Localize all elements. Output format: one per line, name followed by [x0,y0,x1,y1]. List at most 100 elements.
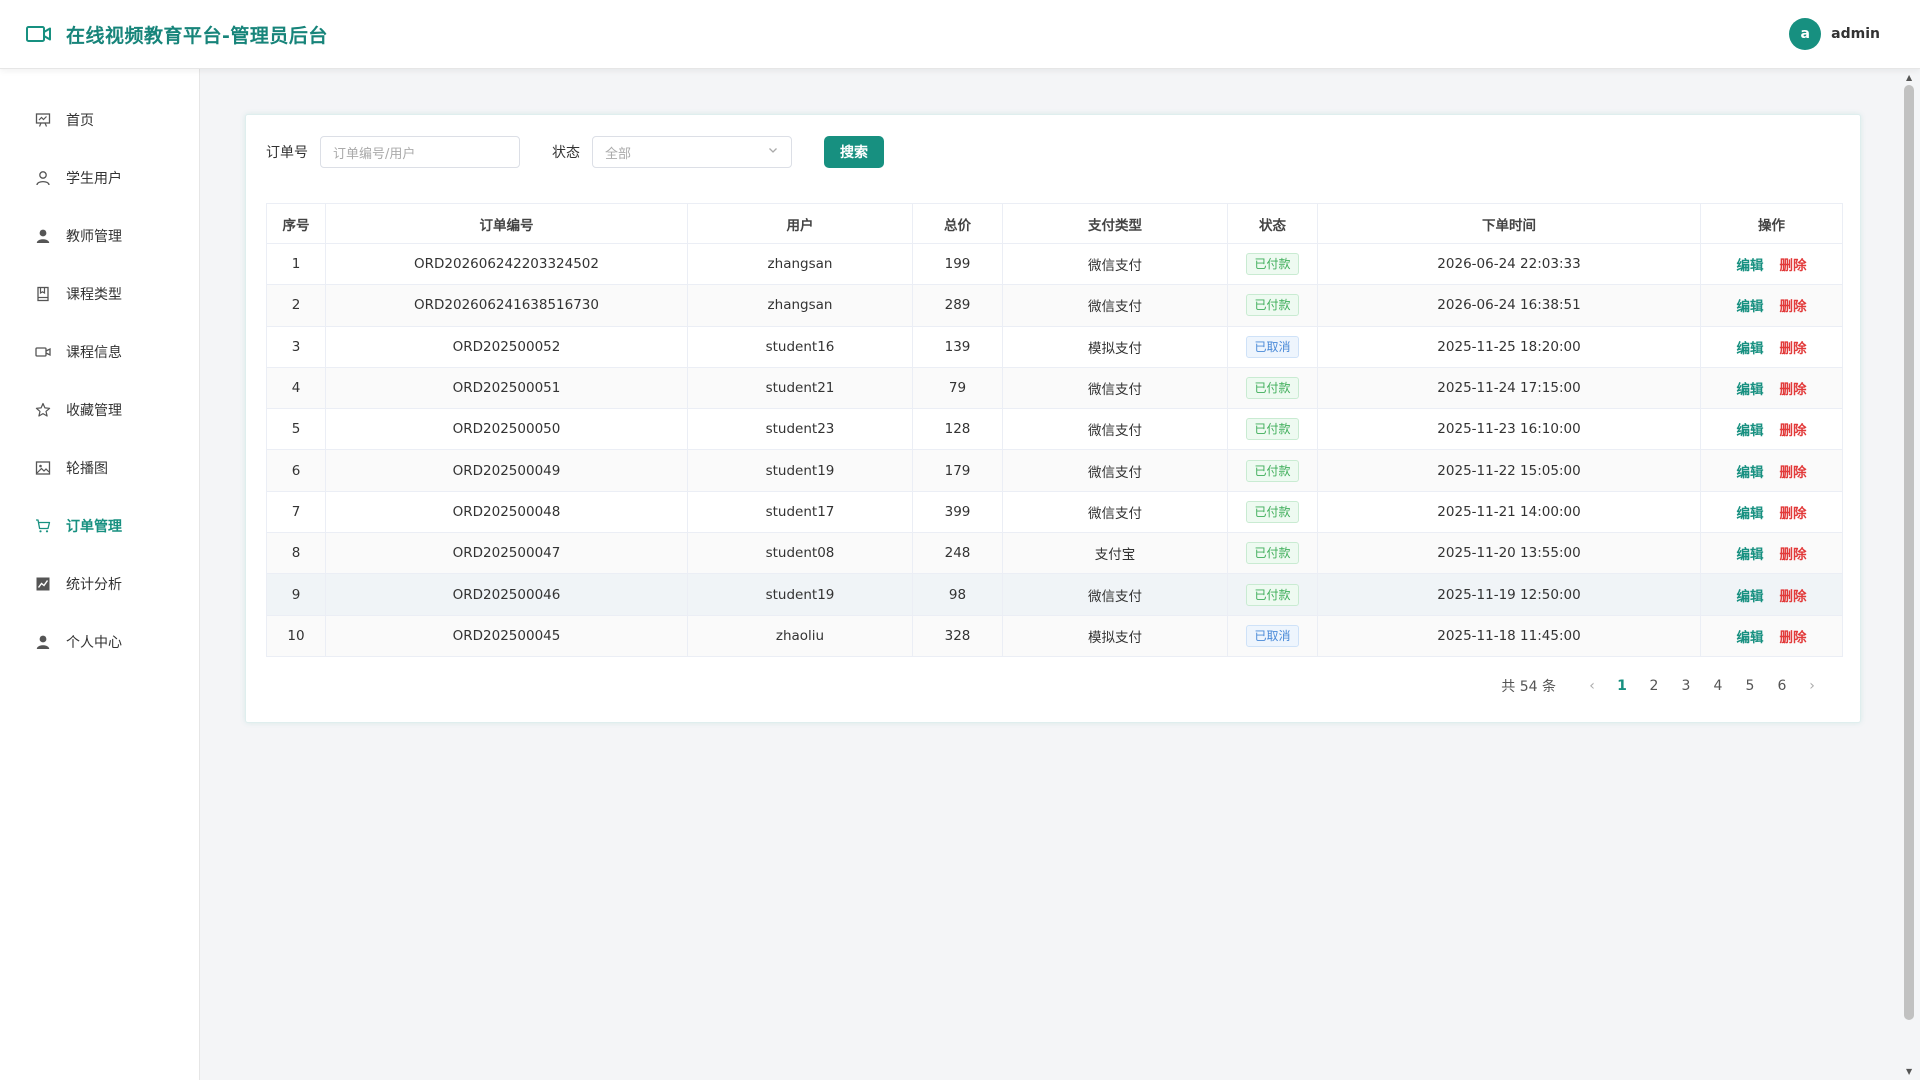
sidebar-item-9[interactable]: 个人中心 [0,613,199,671]
page-number[interactable]: 4 [1702,678,1734,694]
edit-button[interactable]: 编辑 [1737,506,1764,522]
chevron-down-icon [767,144,779,160]
scrollbar[interactable]: ▲ ▼ [1900,69,1920,1080]
sidebar-item-3[interactable]: 课程类型 [0,265,199,323]
status-badge: 已付款 [1246,542,1299,565]
shopping-cart-icon [34,517,52,535]
status-badge: 已付款 [1246,583,1299,606]
column-header: 状态 [1227,203,1318,244]
column-header: 订单编号 [325,203,688,244]
row-number: 2 [266,284,326,327]
delete-button[interactable]: 删除 [1780,299,1807,315]
edit-button[interactable]: 编辑 [1737,547,1764,563]
page-number[interactable]: 6 [1766,678,1798,694]
status-badge: 已取消 [1246,624,1299,647]
actions-cell: 编辑 删除 [1700,573,1843,616]
order-number: ORD202500047 [325,532,688,575]
table-row: 10 ORD202500045 zhaoliu 328 模拟支付 已取消 2025-11-1… [266,614,1843,657]
edit-button[interactable]: 编辑 [1737,465,1764,481]
delete-button[interactable]: 删除 [1780,423,1807,439]
avatar[interactable]: a [1789,18,1822,50]
scroll-down-icon[interactable]: ▼ [1906,1067,1912,1076]
delete-button[interactable]: 删除 [1780,630,1807,646]
user-solid-icon [34,227,52,245]
sidebar-item-6[interactable]: 轮播图 [0,439,199,497]
order-time: 2026-06-24 16:38:51 [1317,284,1701,327]
column-header: 用户 [687,203,913,244]
edit-button[interactable]: 编辑 [1737,630,1764,646]
delete-button[interactable]: 删除 [1780,547,1807,563]
total-price: 79 [912,366,1003,410]
total-price: 98 [912,573,1003,616]
image-icon [34,459,52,477]
table-row: 4 ORD202500051 student21 79 微信支付 已付款 2025-11-2… [266,366,1843,410]
order-number: ORD202606242203324502 [325,242,688,286]
user-name: zhangsan [687,284,913,327]
sidebar-item-0[interactable]: 首页 [0,91,199,149]
sidebar-item-4[interactable]: 课程信息 [0,323,199,381]
sidebar-item-2[interactable]: 教师管理 [0,207,199,265]
total-price: 179 [912,449,1003,492]
actions-cell: 编辑 删除 [1700,284,1843,327]
page-number[interactable]: 2 [1638,678,1670,694]
filter-bar: 订单号 订单编号/用户 状态 全部 搜索 [266,135,1840,169]
order-time: 2025-11-19 12:50:00 [1317,573,1701,616]
delete-button[interactable]: 删除 [1780,465,1807,481]
pagination-total: 共 54 条 [1501,679,1556,695]
page-number[interactable]: 3 [1670,678,1702,694]
delete-button[interactable]: 删除 [1780,506,1807,522]
orders-card: 订单号 订单编号/用户 状态 全部 搜索 序号 订单编号 用户 总价 支付类型 状态 下单时… [245,114,1861,723]
order-search-input[interactable]: 订单编号/用户 [320,136,520,168]
edit-button[interactable]: 编辑 [1737,423,1764,439]
status-select[interactable]: 全部 [592,136,792,168]
order-number: ORD202500052 [325,325,688,368]
row-number: 5 [266,408,326,451]
page-number[interactable]: 5 [1734,678,1766,694]
sidebar-item-7[interactable]: 订单管理 [0,497,199,555]
edit-button[interactable]: 编辑 [1737,258,1764,274]
actions-cell: 编辑 删除 [1700,325,1843,368]
edit-button[interactable]: 编辑 [1737,341,1764,357]
sidebar-item-5[interactable]: 收藏管理 [0,381,199,439]
edit-button[interactable]: 编辑 [1737,299,1764,315]
edit-button[interactable]: 编辑 [1737,382,1764,398]
username[interactable]: admin [1831,26,1880,42]
status-cell: 已付款 [1227,573,1318,616]
status-badge: 已付款 [1246,294,1299,317]
pagination: 共 54 条 ‹ 123456 › [1501,676,1826,696]
page-number[interactable]: 1 [1606,678,1638,694]
delete-button[interactable]: 删除 [1780,589,1807,605]
status-select-value: 全部 [605,146,632,162]
video-camera-icon [34,343,52,361]
user-menu[interactable]: a admin [1789,18,1880,50]
next-page-icon[interactable]: › [1798,678,1826,694]
actions-cell: 编辑 删除 [1700,408,1843,451]
status-badge: 已付款 [1246,253,1299,276]
sidebar-item-1[interactable]: 学生用户 [0,149,199,207]
order-time: 2025-11-24 17:15:00 [1317,366,1701,410]
status-badge: 已付款 [1246,418,1299,441]
search-button[interactable]: 搜索 [824,136,884,168]
column-header: 下单时间 [1317,203,1701,244]
delete-button[interactable]: 删除 [1780,382,1807,398]
payment-type: 微信支付 [1002,490,1228,534]
sidebar-item-label: 统计分析 [66,577,122,593]
delete-button[interactable]: 删除 [1780,258,1807,274]
prev-page-icon[interactable]: ‹ [1578,678,1606,694]
scrollbar-thumb[interactable] [1904,85,1914,1020]
delete-button[interactable]: 删除 [1780,341,1807,357]
actions-cell: 编辑 删除 [1700,366,1843,410]
sidebar-item-label: 轮播图 [66,461,108,477]
actions-cell: 编辑 删除 [1700,242,1843,286]
edit-button[interactable]: 编辑 [1737,589,1764,605]
table-row: 2 ORD202606241638516730 zhangsan 289 微信支付 已付款… [266,284,1843,327]
actions-cell: 编辑 删除 [1700,532,1843,575]
sidebar-item-8[interactable]: 统计分析 [0,555,199,613]
status-cell: 已付款 [1227,408,1318,451]
scroll-up-icon[interactable]: ▲ [1906,73,1912,82]
row-number: 3 [266,325,326,368]
total-price: 328 [912,614,1003,657]
row-number: 6 [266,449,326,492]
status-cell: 已付款 [1227,449,1318,492]
table-row: 8 ORD202500047 student08 248 支付宝 已付款 2025-11-2… [266,532,1843,575]
